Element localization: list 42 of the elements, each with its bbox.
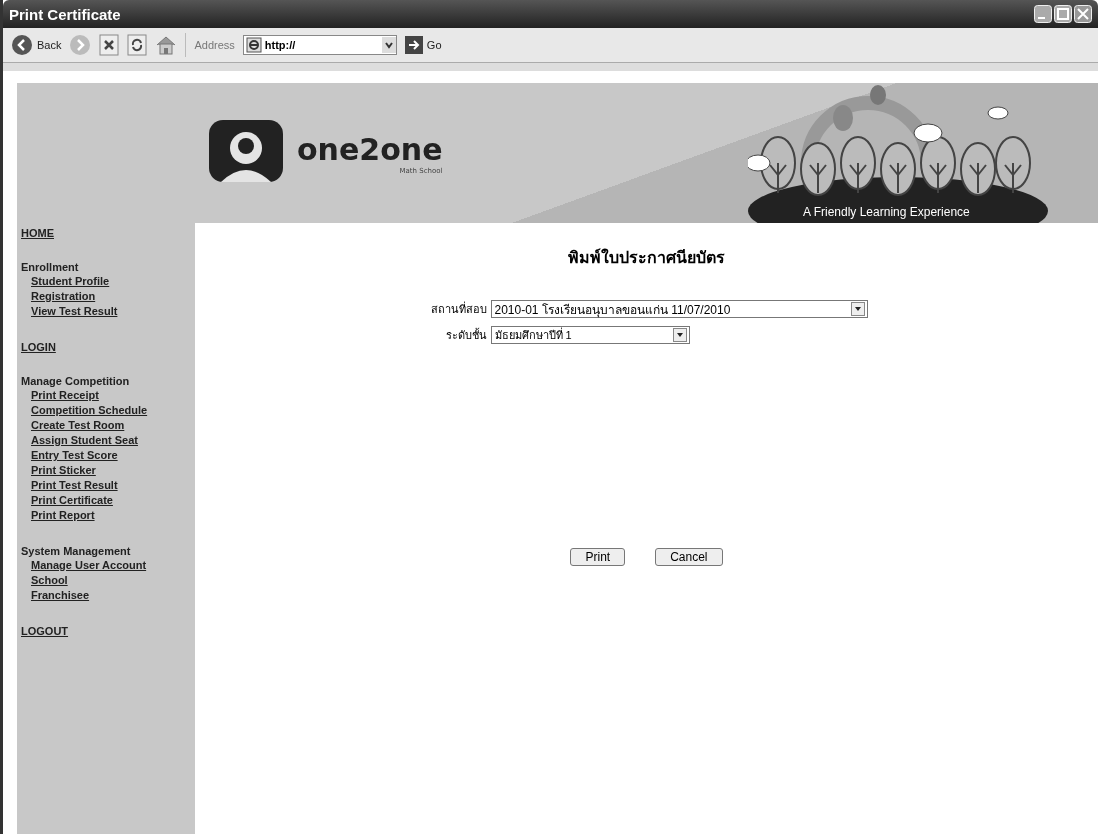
nav-link[interactable]: Entry Test Score — [31, 448, 118, 463]
maximize-icon[interactable] — [1054, 5, 1072, 23]
nav-link[interactable]: LOGIN — [21, 341, 56, 353]
section-heading: Enrollment — [21, 261, 79, 273]
section-heading: Manage Competition — [21, 375, 130, 387]
brand-name: one2one — [297, 131, 443, 167]
nav-link[interactable]: Print Certificate — [31, 493, 113, 508]
go-button[interactable]: Go — [404, 36, 442, 54]
field-label: สถานที่สอบ — [429, 300, 487, 318]
home-icon[interactable] — [155, 34, 178, 56]
stop-icon[interactable] — [99, 34, 120, 56]
nav-link[interactable]: Student Profile — [31, 274, 110, 289]
dropdown[interactable]: 2010-01 โรงเรียนอนุบาลขอนแก่น 11/07/2010 — [490, 300, 868, 318]
minimize-icon[interactable] — [1034, 5, 1052, 23]
nav-link[interactable]: School — [31, 573, 68, 588]
tagline: A Friendly Learning Experience — [803, 205, 970, 219]
window-title: Print Certificate — [9, 5, 121, 23]
close-icon[interactable] — [1074, 5, 1092, 23]
nav-link[interactable]: Franchisee — [31, 588, 90, 603]
nav-link[interactable]: View Test Result — [31, 304, 118, 319]
field-label: ระดับชั้น — [444, 327, 487, 344]
back-button[interactable]: Back — [11, 34, 62, 56]
nav-link[interactable]: Create Test Room — [31, 418, 125, 433]
nav-link[interactable]: HOME — [21, 227, 54, 239]
nav-link[interactable]: Competition Schedule — [31, 403, 148, 418]
nav-link[interactable]: Registration — [31, 289, 96, 304]
address-field[interactable]: http:// — [242, 35, 397, 55]
nav-link[interactable]: LOGOUT — [21, 625, 69, 637]
section-heading: System Management — [21, 545, 131, 557]
form-heading: พิมพ์ใบประกาศนียบัตร — [568, 247, 725, 269]
nav-link[interactable]: Print Test Result — [31, 478, 118, 493]
nav-link[interactable]: Print Receipt — [31, 388, 99, 403]
refresh-icon[interactable] — [127, 34, 148, 56]
page-icon — [245, 37, 262, 53]
nav-link[interactable]: Assign Student Seat — [31, 433, 138, 448]
nav-link[interactable]: Print Sticker — [31, 463, 96, 478]
nav-link[interactable]: Manage User Account — [31, 558, 147, 573]
form-button[interactable]: Print — [570, 548, 626, 566]
address-label: Address — [194, 39, 235, 51]
form-button[interactable]: Cancel — [655, 548, 723, 566]
dropdown[interactable]: มัธยมศึกษาปีที่ 1 — [490, 326, 690, 344]
nav-link[interactable]: Print Report — [31, 508, 95, 523]
